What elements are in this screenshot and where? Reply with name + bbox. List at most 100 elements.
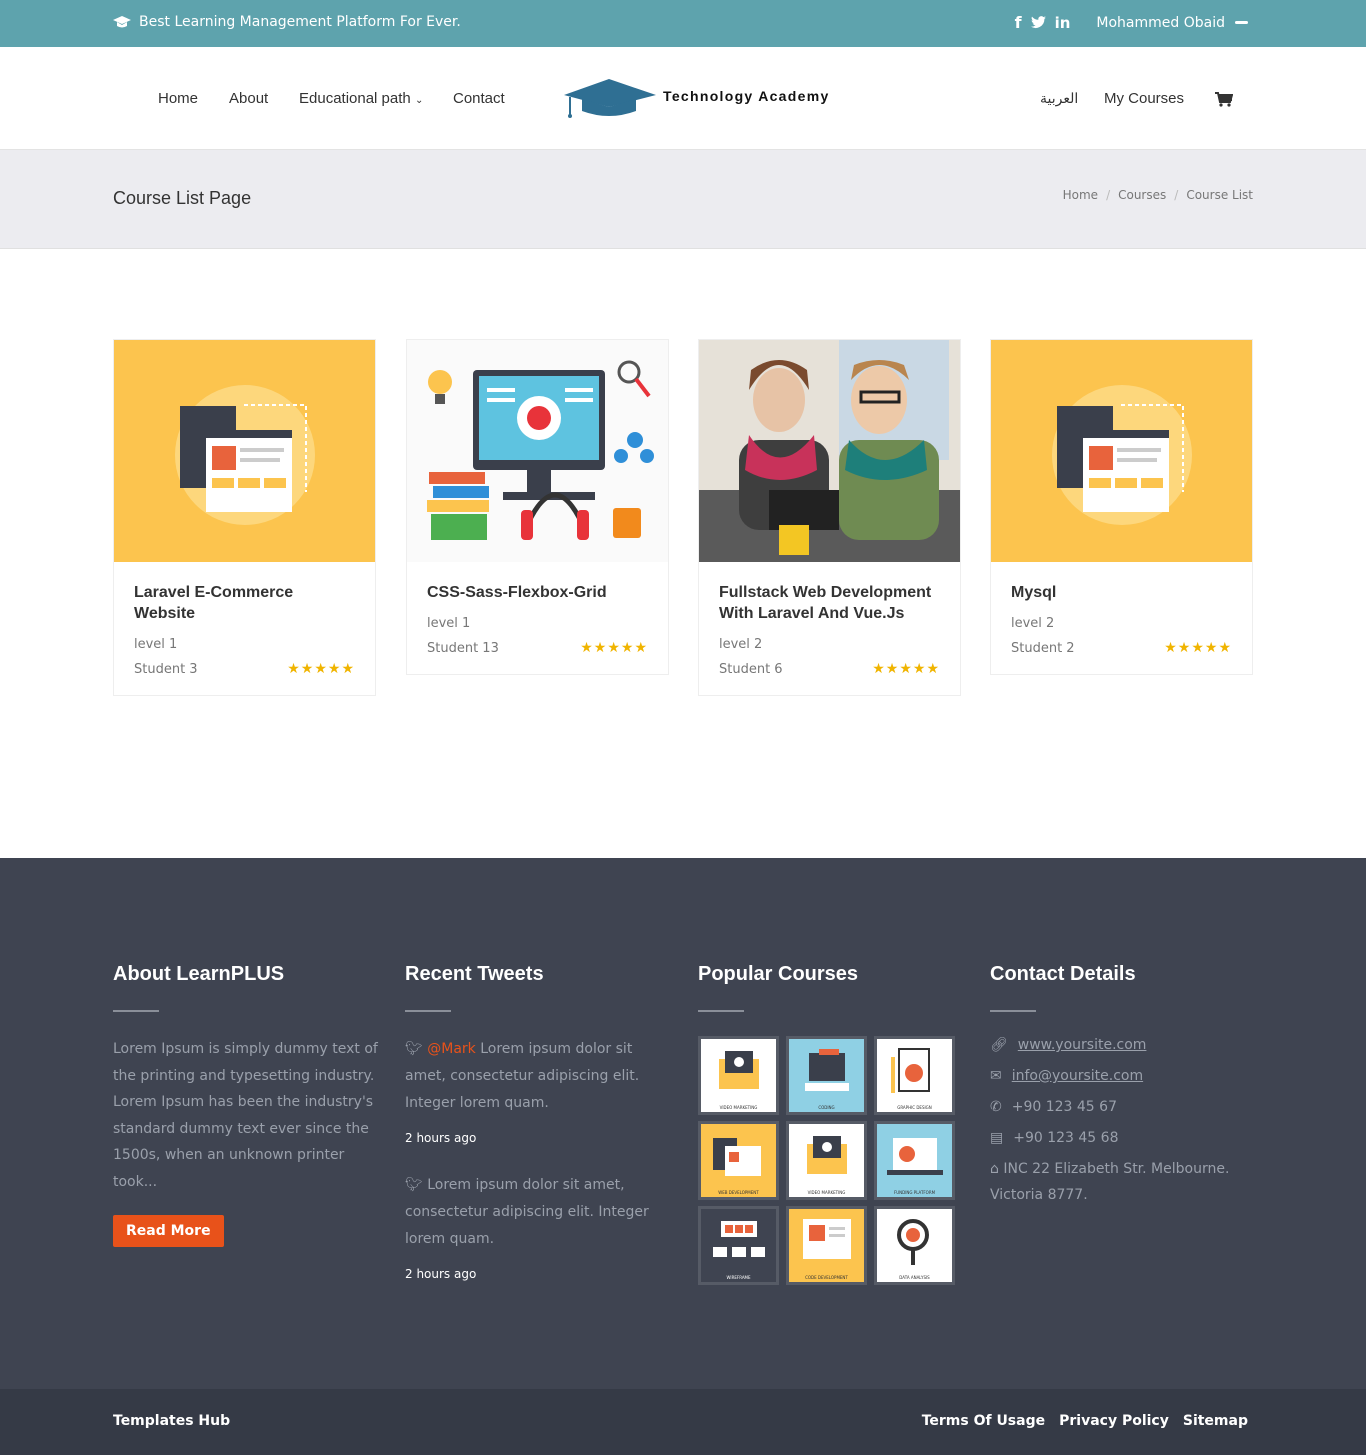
funding-platform-icon: [887, 1138, 943, 1175]
rating-stars: ★★★★★: [580, 640, 648, 656]
students-photo-illustration: [699, 340, 960, 562]
course-title[interactable]: Mysql: [1011, 582, 1232, 603]
course-students: Student 13: [427, 640, 499, 656]
popular-course-thumb[interactable]: WEB DEVELOPMENT: [698, 1121, 779, 1200]
chevron-down-icon: ⌄: [414, 95, 424, 106]
contact-fax: ▤ +90 123 45 68: [990, 1125, 1255, 1151]
course-level: level 1: [134, 637, 178, 652]
code-development-icon: [803, 1219, 851, 1259]
course-title[interactable]: Laravel E-Commerce Website: [134, 582, 355, 624]
page-header: Course List Page Home / Courses / Course…: [0, 150, 1366, 249]
divider: [990, 1010, 1036, 1012]
nav-educational-path[interactable]: Educational path ⌄: [299, 90, 423, 107]
contact-email: ✉ info@yoursite.com: [990, 1063, 1255, 1089]
tweet-time: 2 hours ago: [405, 1131, 477, 1145]
footer-tweets: Recent Tweets 🐦︎ @Mark Lorem ipsum dolor…: [405, 963, 675, 1298]
popular-course-thumb[interactable]: VIDEO MARKETING: [786, 1121, 867, 1200]
nav-home[interactable]: Home: [158, 90, 198, 107]
course-image-online-learning[interactable]: [407, 340, 668, 562]
breadcrumb-separator: /: [1174, 188, 1179, 202]
course-card[interactable]: Laravel E-Commerce Website level 1 Stude…: [113, 339, 376, 696]
bottom-bar: Templates Hub Terms Of Usage Privacy Pol…: [0, 1389, 1366, 1455]
privacy-link[interactable]: Privacy Policy: [1059, 1413, 1169, 1429]
popular-course-thumb[interactable]: FUNDING PLATFORM: [874, 1121, 955, 1200]
user-menu[interactable]: Mohammed Obaid: [1096, 15, 1225, 31]
course-image-people-photo[interactable]: [699, 340, 960, 562]
course-title[interactable]: CSS-Sass-Flexbox-Grid: [427, 582, 648, 603]
breadcrumb-current: Course List: [1186, 188, 1253, 202]
course-students: Student 3: [134, 661, 198, 677]
site-logo[interactable]: Technology Academy: [562, 77, 830, 119]
web-design-illustration: [175, 385, 315, 525]
course-image-web-design[interactable]: [114, 340, 375, 562]
read-more-button[interactable]: Read More: [113, 1215, 224, 1247]
rating-stars: ★★★★★: [872, 661, 940, 677]
nav-my-courses[interactable]: My Courses: [1104, 90, 1184, 107]
popular-course-thumb[interactable]: DATA ANALYSIS: [874, 1206, 955, 1285]
breadcrumb-separator: /: [1106, 188, 1111, 202]
facebook-icon[interactable]: f: [1015, 13, 1022, 32]
main-nav: Home About Educational path ⌄ Contact Te…: [0, 47, 1366, 150]
top-bar: Best Learning Management Platform For Ev…: [0, 0, 1366, 47]
footer-popular: Popular Courses VIDEO MARKETING CODING G…: [698, 963, 963, 1285]
footer-popular-title: Popular Courses: [698, 963, 859, 985]
course-level: level 2: [1011, 616, 1055, 631]
video-marketing-icon: [807, 1136, 847, 1174]
web-design-illustration: [1052, 385, 1192, 525]
web-development-icon: [713, 1138, 761, 1176]
divider: [698, 1010, 744, 1012]
twitter-icon[interactable]: [1030, 16, 1046, 29]
nav-about[interactable]: About: [229, 90, 268, 107]
popular-course-thumb[interactable]: CODE DEVELOPMENT: [786, 1206, 867, 1285]
rating-stars: ★★★★★: [1164, 640, 1232, 656]
course-card[interactable]: Fullstack Web Development With Laravel A…: [698, 339, 961, 696]
graphic-design-icon: [891, 1048, 930, 1093]
popular-course-thumb[interactable]: CODING: [786, 1036, 867, 1115]
breadcrumb-courses[interactable]: Courses: [1118, 188, 1166, 202]
terms-link[interactable]: Terms Of Usage: [922, 1413, 1045, 1429]
tweet-item: 🐦︎ Lorem ipsum dolor sit amet, consectet…: [405, 1172, 675, 1288]
cart-icon[interactable]: [1215, 92, 1233, 107]
footer-about-title: About LearnPLUS: [113, 963, 285, 985]
breadcrumb-home[interactable]: Home: [1063, 188, 1098, 202]
online-learning-illustration: [427, 360, 654, 540]
divider: [405, 1010, 451, 1012]
nav-contact[interactable]: Contact: [453, 90, 505, 107]
popular-courses-grid: VIDEO MARKETING CODING GRAPHIC DESIGN WE…: [698, 1036, 963, 1285]
user-menu-toggle-icon[interactable]: [1235, 21, 1248, 24]
footer-about: About LearnPLUS Lorem Ipsum is simply du…: [113, 963, 378, 1247]
breadcrumb: Home / Courses / Course List: [1063, 188, 1253, 202]
tweet-text: Lorem ipsum dolor sit amet, consectetur …: [405, 1177, 649, 1247]
home-icon: ⌂: [990, 1161, 999, 1177]
tweet-handle[interactable]: @Mark: [427, 1041, 476, 1057]
course-card[interactable]: Mysql level 2 Student 2 ★★★★★: [990, 339, 1253, 675]
linkedin-icon[interactable]: in: [1055, 14, 1071, 32]
nav-language[interactable]: العربية: [1040, 90, 1078, 107]
link-icon: 🔗︎: [990, 1037, 1008, 1053]
contact-phone: ✆ +90 123 45 67: [990, 1094, 1255, 1120]
footer-tweets-title: Recent Tweets: [405, 963, 544, 985]
course-students: Student 2: [1011, 640, 1075, 656]
contact-address: ⌂ INC 22 Elizabeth Str. Melbourne. Victo…: [990, 1161, 1230, 1203]
divider: [113, 1010, 159, 1012]
tweet-item: 🐦︎ @Mark Lorem ipsum dolor sit amet, con…: [405, 1036, 675, 1152]
sitemap-link[interactable]: Sitemap: [1183, 1413, 1248, 1429]
popular-course-thumb[interactable]: WIREFRAME: [698, 1206, 779, 1285]
graduation-cap-icon: [113, 16, 131, 28]
footer-about-text: Lorem Ipsum is simply dummy text of the …: [113, 1041, 378, 1190]
course-level: level 1: [427, 616, 471, 631]
tweet-time: 2 hours ago: [405, 1267, 477, 1281]
coding-icon: [805, 1049, 849, 1091]
envelope-icon: ✉: [990, 1068, 1002, 1084]
video-marketing-icon: [719, 1051, 759, 1089]
popular-course-thumb[interactable]: VIDEO MARKETING: [698, 1036, 779, 1115]
copyright-brand[interactable]: Templates Hub: [113, 1413, 230, 1429]
course-title[interactable]: Fullstack Web Development With Laravel A…: [719, 582, 940, 624]
contact-website: 🔗︎ www.yoursite.com: [990, 1032, 1255, 1058]
course-card[interactable]: CSS-Sass-Flexbox-Grid level 1 Student 13…: [406, 339, 669, 675]
popular-course-thumb[interactable]: GRAPHIC DESIGN: [874, 1036, 955, 1115]
course-image-web-design[interactable]: [991, 340, 1252, 562]
course-students: Student 6: [719, 661, 783, 677]
footer-contact: Contact Details 🔗︎ www.yoursite.com ✉ info…: [990, 963, 1255, 1213]
wireframe-icon: [713, 1221, 765, 1257]
